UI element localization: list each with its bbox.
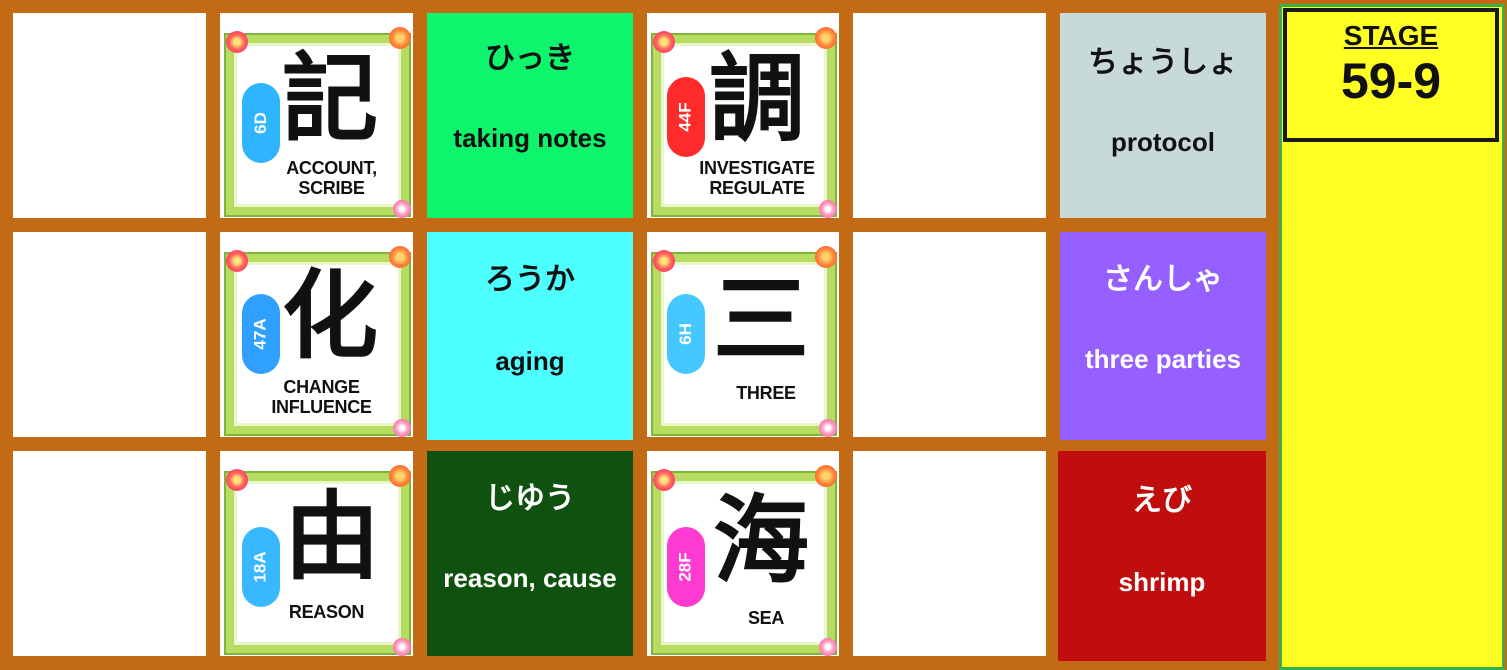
word-gloss: taking notes <box>453 123 607 153</box>
word-reading: じゆう <box>485 481 575 516</box>
word-tile-jiyuu[interactable]: じゆう reason, cause <box>427 451 633 656</box>
kanji-meaning: CHANGE INFLUENCE <box>271 377 372 417</box>
word-tile-sansha[interactable]: さんしゃ three parties <box>1060 232 1266 440</box>
kanji-character: 三 <box>713 264 809 376</box>
kanji-meaning: THREE <box>736 383 796 403</box>
empty-slot-r3c5[interactable] <box>853 451 1046 656</box>
word-tile-hikki[interactable]: ひっき taking notes <box>427 13 633 218</box>
stage-label: STAGE <box>1343 20 1439 51</box>
flower-icon <box>226 250 248 272</box>
flower-icon <box>819 419 837 437</box>
empty-slot-r1c1[interactable] <box>13 13 206 218</box>
flower-icon <box>226 469 248 491</box>
kanji-card-reason[interactable]: 由 18A REASON <box>220 451 413 656</box>
stage-number: 59-9 <box>1340 53 1442 109</box>
kanji-meaning: SEA <box>747 608 785 628</box>
word-gloss: aging <box>495 346 565 376</box>
code-badge: 6H <box>667 294 705 374</box>
word-reading: ろうか <box>485 262 575 297</box>
flower-icon <box>815 465 837 487</box>
kanji-card-three[interactable]: 三 6H THREE <box>647 232 839 437</box>
empty-slot-r2c1[interactable] <box>13 232 206 437</box>
word-gloss: protocol <box>1111 127 1215 157</box>
code-badge: 18A <box>242 527 280 607</box>
kanji-card-investigate[interactable]: 調 44F INVESTIGATE REGULATE <box>647 13 839 218</box>
flower-icon <box>393 638 411 656</box>
kanji-meaning: REASON <box>288 602 365 622</box>
word-reading: ちょうしょ <box>1088 45 1238 80</box>
kanji-character: 海 <box>713 485 809 597</box>
word-gloss: shrimp <box>1118 567 1206 597</box>
word-tile-choushou[interactable]: ちょうしょ protocol <box>1060 13 1266 218</box>
code-badge: 47A <box>242 294 280 374</box>
flower-icon <box>389 246 411 268</box>
code-badge: 6D <box>242 83 280 163</box>
kanji-card-account[interactable]: 記 6D ACCOUNT, SCRIBE <box>220 13 413 218</box>
word-gloss: reason, cause <box>443 563 617 593</box>
kanji-meaning: INVESTIGATE REGULATE <box>699 158 815 198</box>
flower-icon <box>815 27 837 49</box>
flower-icon <box>393 419 411 437</box>
flower-icon <box>226 31 248 53</box>
flower-icon <box>819 200 837 218</box>
kanji-card-change[interactable]: 化 47A CHANGE INFLUENCE <box>220 232 413 437</box>
empty-slot-r2c5[interactable] <box>853 232 1046 437</box>
word-reading: さんしゃ <box>1103 262 1223 297</box>
word-tile-ebi[interactable]: えび shrimp <box>1058 451 1266 661</box>
flower-icon <box>653 250 675 272</box>
word-gloss: three parties <box>1084 344 1242 374</box>
flower-icon <box>393 200 411 218</box>
code-badge: 28F <box>667 527 705 607</box>
kanji-character: 化 <box>282 260 378 372</box>
word-reading: えび <box>1132 483 1192 518</box>
flower-icon <box>389 27 411 49</box>
kanji-character: 調 <box>709 43 805 155</box>
flower-icon <box>653 469 675 491</box>
kanji-character: 由 <box>284 481 380 593</box>
flower-icon <box>653 31 675 53</box>
kanji-meaning: ACCOUNT, SCRIBE <box>286 158 377 198</box>
flower-icon <box>389 465 411 487</box>
word-tile-rouka[interactable]: ろうか aging <box>427 232 633 440</box>
stage-indicator: STAGE 59-9 <box>1283 8 1499 142</box>
code-badge: 44F <box>667 77 705 157</box>
empty-slot-r1c5[interactable] <box>853 13 1046 218</box>
kanji-character: 記 <box>282 43 378 155</box>
word-reading: ひっき <box>485 41 575 76</box>
kanji-card-sea[interactable]: 海 28F SEA <box>647 451 839 656</box>
empty-slot-r3c1[interactable] <box>13 451 206 656</box>
flower-icon <box>819 638 837 656</box>
flower-icon <box>815 246 837 268</box>
